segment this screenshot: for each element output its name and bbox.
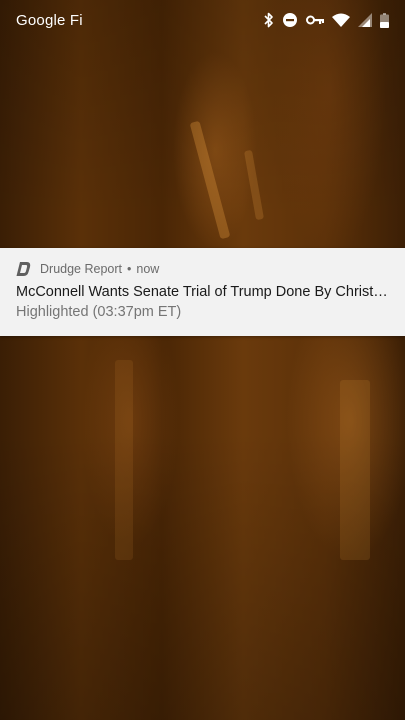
wallpaper-light-streak xyxy=(340,380,370,560)
drudge-report-icon xyxy=(16,261,32,277)
notification-text: Highlighted (03:37pm ET) xyxy=(16,304,182,320)
vpn-key-icon xyxy=(306,12,324,28)
wifi-icon xyxy=(332,12,350,28)
battery-icon xyxy=(380,12,389,28)
do-not-disturb-icon xyxy=(282,12,298,28)
notification-time: now xyxy=(136,262,160,276)
wallpaper-light-streak xyxy=(115,360,133,560)
notification-app-name: Drudge Report xyxy=(40,262,122,276)
notification-header: Drudge Report • now xyxy=(16,260,389,278)
status-icons xyxy=(263,12,389,28)
notification-title: McConnell Wants Senate Trial of Trump Do… xyxy=(16,284,389,300)
notification-card[interactable]: Drudge Report • now McConnell Wants Sena… xyxy=(0,248,405,336)
status-bar: Google Fi xyxy=(0,0,405,40)
wallpaper xyxy=(0,0,405,720)
lock-screen: Google Fi Drudge Report • now McConnell … xyxy=(0,0,405,720)
cell-signal-icon xyxy=(358,12,372,28)
notification-separator: • xyxy=(127,262,132,276)
carrier-name: Google Fi xyxy=(16,11,83,29)
bluetooth-icon xyxy=(263,12,274,28)
